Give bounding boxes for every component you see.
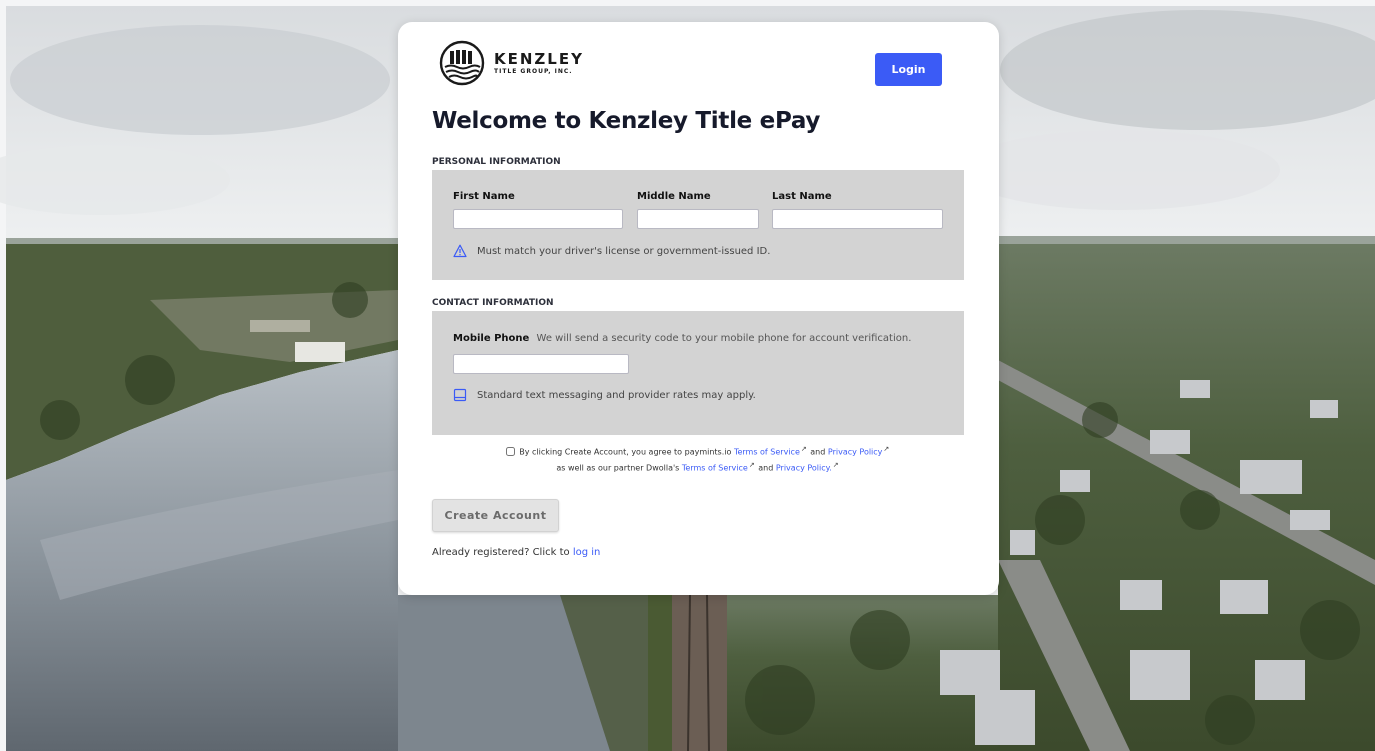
- last-name-label: Last Name: [772, 191, 832, 202]
- id-warning-note: Must match your driver's license or gove…: [453, 244, 770, 258]
- mobile-phone-label-row: Mobile Phone We will send a security cod…: [453, 333, 911, 344]
- login-button[interactable]: Login: [875, 53, 942, 86]
- terms-agreement: By clicking Create Account, you agree to…: [458, 443, 938, 474]
- personal-information-heading: PERSONAL INFORMATION: [432, 157, 561, 167]
- page-title: Welcome to Kenzley Title ePay: [432, 108, 821, 134]
- terms-text-1: By clicking Create Account, you agree to…: [519, 447, 732, 457]
- dwolla-terms-link[interactable]: Terms of Service: [682, 463, 748, 472]
- terms-checkbox[interactable]: [505, 446, 515, 456]
- sms-rates-note: Standard text messaging and provider rat…: [453, 388, 756, 402]
- last-name-input[interactable]: [772, 209, 943, 229]
- external-link-icon: ↗: [883, 445, 890, 453]
- external-link-icon: ↗: [832, 460, 839, 469]
- sms-rates-text: Standard text messaging and provider rat…: [477, 389, 756, 401]
- mobile-phone-input[interactable]: [453, 354, 629, 374]
- terms-and-1: and: [810, 447, 826, 457]
- brand-name: KENZLEY: [494, 49, 584, 68]
- log-in-link[interactable]: log in: [573, 547, 601, 558]
- terms-text-2: as well as our partner Dwolla's: [556, 463, 680, 473]
- tree-water-logo-icon: [439, 40, 485, 86]
- mobile-device-icon: [453, 388, 467, 402]
- brand-logo[interactable]: KENZLEY TITLE GROUP, INC.: [439, 39, 584, 87]
- mobile-phone-hint: We will send a security code to your mob…: [536, 333, 912, 344]
- personal-information-panel: First Name Middle Name Last Name Must ma…: [432, 170, 964, 280]
- middle-name-input[interactable]: [637, 209, 759, 229]
- already-registered-line: Already registered? Click to log in: [432, 547, 600, 558]
- already-registered-text: Already registered? Click to: [432, 547, 570, 558]
- terms-and-2: and: [758, 463, 774, 473]
- dwolla-privacy-link[interactable]: Privacy Policy.: [776, 463, 832, 472]
- mobile-phone-label: Mobile Phone: [453, 333, 530, 344]
- external-link-icon: ↗: [800, 445, 807, 453]
- first-name-label: First Name: [453, 191, 515, 202]
- signup-card: KENZLEY TITLE GROUP, INC. Login Welcome …: [398, 22, 999, 595]
- id-warning-text: Must match your driver's license or gove…: [477, 245, 771, 257]
- middle-name-label: Middle Name: [637, 191, 711, 202]
- contact-information-panel: Mobile Phone We will send a security cod…: [432, 311, 964, 435]
- contact-information-heading: CONTACT INFORMATION: [432, 298, 554, 308]
- paymints-terms-link[interactable]: Terms of Service: [734, 448, 800, 457]
- paymints-privacy-link[interactable]: Privacy Policy: [828, 448, 883, 457]
- warning-triangle-icon: [453, 244, 467, 258]
- create-account-button[interactable]: Create Account: [432, 499, 559, 532]
- first-name-input[interactable]: [453, 209, 623, 229]
- external-link-icon: ↗: [748, 460, 755, 469]
- brand-subtitle: TITLE GROUP, INC.: [494, 67, 573, 75]
